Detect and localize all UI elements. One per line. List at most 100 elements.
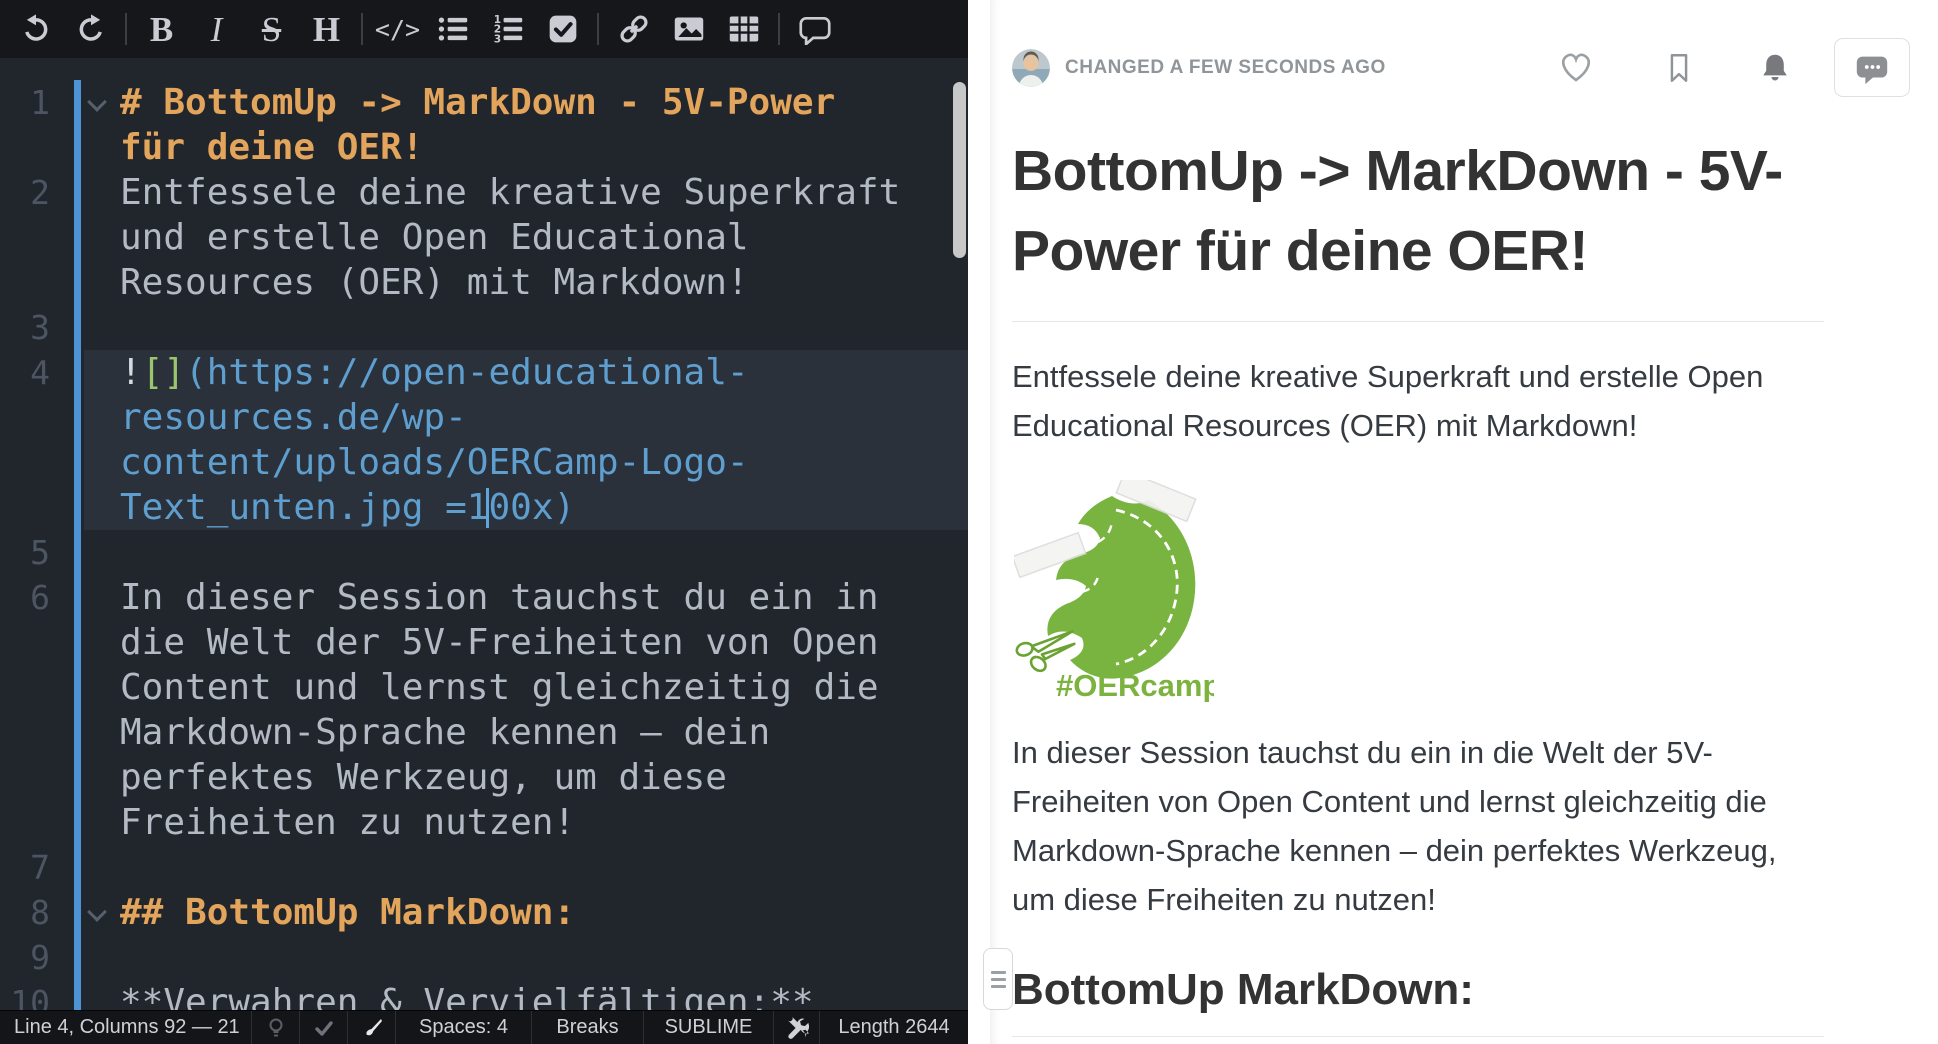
line-number: 2	[0, 170, 50, 215]
svg-text:3: 3	[493, 32, 500, 45]
toolbar-separator	[597, 13, 599, 45]
pane-splitter[interactable]	[968, 0, 990, 1044]
cursor-position-status: Line 4, Columns 92 — 21	[0, 1011, 252, 1044]
text-segment: die Welt der 5V-Freiheiten von Open	[120, 622, 879, 663]
editor-line[interactable]: 5	[0, 530, 968, 575]
undo-button[interactable]	[8, 4, 63, 54]
text-segment: Content und lernst gleichzeitig die	[120, 667, 879, 708]
editor-line[interactable]: 2 Entfessele deine kreative Superkraftund…	[0, 170, 968, 305]
handle-grip-icon	[991, 971, 1006, 974]
editor-line[interactable]: 3	[0, 305, 968, 350]
lightbulb-icon	[265, 1017, 287, 1039]
text-segment: # BottomUp -> MarkDown - 5V-Power	[120, 82, 835, 123]
fold-chevron-icon[interactable]	[87, 92, 107, 112]
image-button[interactable]	[661, 4, 716, 54]
line-number: 4	[0, 350, 50, 395]
handle-grip-icon	[991, 978, 1006, 981]
ordered-list-button[interactable]: 1 2 3	[480, 4, 535, 54]
editor-text-area[interactable]: 1# BottomUp -> MarkDown - 5V-Powerfür de…	[0, 58, 968, 1010]
editor-line[interactable]: 10 **Verwahren & Vervielfältigen:**	[0, 980, 968, 1010]
logo-flame-shape	[1047, 496, 1195, 679]
oercamp-logo-image: #OERcamp	[1014, 480, 1214, 702]
like-button[interactable]	[1558, 50, 1594, 86]
keymap-setting[interactable]: SUBLIME	[644, 1011, 774, 1044]
linebreak-setting[interactable]: Breaks	[532, 1011, 644, 1044]
fold-chevron-icon[interactable]	[87, 902, 107, 922]
bell-icon	[1758, 51, 1792, 85]
editor-text-row: Markdown-Sprache kennen – dein	[120, 710, 968, 755]
line-number: 7	[0, 845, 50, 890]
splitter-drag-handle[interactable]	[983, 948, 1013, 1010]
editor-line[interactable]: 6In dieser Session tauchst du ein indie …	[0, 575, 968, 845]
bookmark-button[interactable]	[1662, 51, 1696, 85]
title-divider	[1012, 321, 1824, 322]
editor-text-row: Freiheiten zu nutzen!	[120, 800, 968, 845]
editor-line[interactable]: 9	[0, 935, 968, 980]
toolbar-separator	[361, 13, 363, 45]
text-segment: content/uploads/OERCamp-Logo-	[120, 442, 749, 483]
bullet-list-button[interactable]	[425, 4, 480, 54]
bullet-list-icon	[437, 13, 469, 45]
redo-button[interactable]	[63, 4, 118, 54]
text-segment: Text_unten.jpg =1	[120, 487, 488, 528]
editor-line[interactable]: 7	[0, 845, 968, 890]
text-segment: Resources (OER) mit Markdown!	[120, 262, 749, 303]
code-button[interactable]: </>	[370, 4, 425, 54]
rendered-markdown: BottomUp -> MarkDown - 5V-Power für dein…	[990, 131, 1824, 1037]
status-bar: Line 4, Columns 92 — 21 Spaces: 4 Bre	[0, 1010, 968, 1044]
editor-text-row: Text_unten.jpg =100x)	[120, 485, 968, 530]
text-segment: Markdown-Sprache kennen – dein	[120, 712, 770, 753]
editor-line[interactable]: 8 ## BottomUp MarkDown:	[0, 890, 968, 935]
editor-text-row: Resources (OER) mit Markdown!	[120, 260, 968, 305]
line-number: 10	[0, 980, 50, 1010]
theme-button[interactable]	[348, 1011, 396, 1044]
text-segment: In dieser Session tauchst du ein in	[120, 577, 879, 618]
editor-text-row: perfektes Werkzeug, um diese	[120, 755, 968, 800]
editor-scrollbar-thumb[interactable]	[953, 82, 966, 258]
bold-icon: B	[150, 12, 173, 47]
editor-toolbar: B I S H </>	[0, 0, 968, 58]
preferences-button[interactable]	[774, 1011, 820, 1044]
check-icon	[313, 1017, 335, 1039]
italic-icon: I	[211, 12, 223, 47]
editor-text-row: **Verwahren & Vervielfältigen:**	[120, 980, 968, 1010]
heading-button[interactable]: H	[299, 4, 354, 54]
markdown-editor-app: B I S H </>	[0, 0, 1938, 1044]
check-list-button[interactable]	[535, 4, 590, 54]
spellcheck-button[interactable]	[300, 1011, 348, 1044]
editor-text-row: # BottomUp -> MarkDown - 5V-Power	[120, 80, 968, 125]
editor-line[interactable]: 4![](https://open-educational-resources.…	[0, 350, 968, 530]
open-comments-button[interactable]	[1834, 38, 1910, 97]
code-icon: </>	[375, 15, 420, 44]
strikethrough-button[interactable]: S	[244, 4, 299, 54]
toolbar-separator	[778, 13, 780, 45]
avatar-photo	[1012, 49, 1050, 87]
editor-line[interactable]: 1# BottomUp -> MarkDown - 5V-Powerfür de…	[0, 80, 968, 170]
indent-setting[interactable]: Spaces: 4	[396, 1011, 532, 1044]
italic-button[interactable]: I	[189, 4, 244, 54]
text-segment: perfektes Werkzeug, um diese	[120, 757, 727, 798]
text-segment: für deine OER!	[120, 127, 423, 168]
bold-button[interactable]: B	[134, 4, 189, 54]
editor-text-row: und erstelle Open Educational	[120, 215, 968, 260]
night-mode-button[interactable]	[252, 1011, 300, 1044]
editor-text-row: Entfessele deine kreative Superkraft	[120, 170, 968, 215]
line-number: 3	[0, 305, 50, 350]
text-segment: und erstelle Open Educational	[120, 217, 749, 258]
table-button[interactable]	[716, 4, 771, 54]
comment-button[interactable]	[787, 4, 842, 54]
text-segment: Entfessele deine kreative Superkraft	[120, 172, 900, 213]
editor-text-row	[120, 530, 968, 575]
subheading-divider	[1012, 1036, 1824, 1037]
text-segment: ## BottomUp MarkDown:	[120, 892, 575, 933]
comment-bubble-icon	[1853, 49, 1891, 87]
text-segment: (https://open-educational-	[185, 352, 749, 393]
subscribe-button[interactable]	[1758, 51, 1792, 85]
note-info-header: CHANGED A FEW SECONDS AGO	[990, 0, 1938, 97]
link-icon	[618, 13, 650, 45]
link-button[interactable]	[606, 4, 661, 54]
line-number: 8	[0, 890, 50, 935]
editor-text-row: content/uploads/OERCamp-Logo-	[120, 440, 968, 485]
toolbar-separator	[125, 13, 127, 45]
author-avatar[interactable]	[1012, 49, 1050, 87]
